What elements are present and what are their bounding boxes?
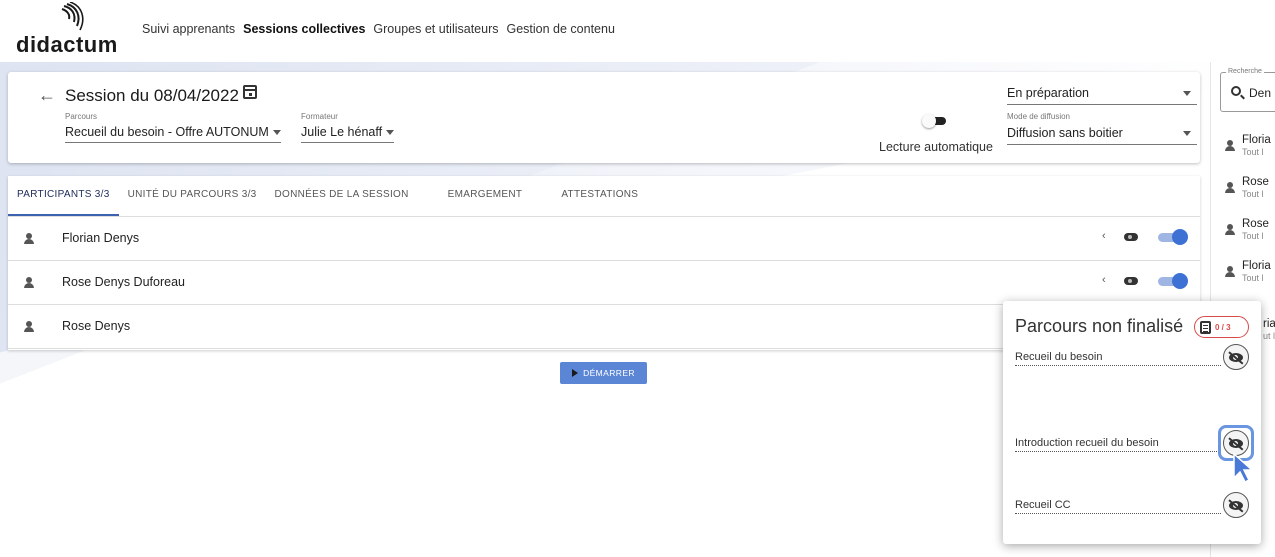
participant-toggle[interactable] [1158,273,1188,289]
diffusion-label: Mode de diffusion [1007,112,1071,121]
learner-item[interactable]: Floria Tout l [1211,252,1275,294]
person-icon [1225,140,1235,151]
participant-name: Rose Denys [62,319,131,333]
status-value: En préparation [1007,86,1090,100]
progress-badge: 0 / 3 [1194,316,1249,338]
badge-count: 0 / 3 [1215,322,1231,332]
parcours-select[interactable]: Recueil du besoin - Offre AUTONUM [65,125,281,143]
popup-item: Recueil du besoin [1015,344,1249,379]
popup-item: Recueil CC [1015,492,1249,527]
learner-subtitle: ut l [1263,331,1275,341]
person-icon [24,321,34,332]
main-nav: Suivi apprenants Sessions collectives Gr… [142,22,615,36]
session-title: Session du 08/04/2022 [65,86,239,105]
toggle-knob [1172,273,1188,289]
logo-swirl-icon [61,2,84,31]
tab-participants[interactable]: PARTICIPANTS 3/3 [8,176,119,216]
popup-item-label: Recueil du besoin [1015,351,1103,363]
logo[interactable]: didactum [16,2,126,58]
visibility-button[interactable] [1223,492,1249,518]
device-icon [1124,277,1138,285]
person-icon [24,277,34,288]
person-icon [1225,266,1235,277]
diffusion-select[interactable]: Diffusion sans boitier [1007,126,1197,145]
popup-item-label: Recueil CC [1015,499,1071,511]
popup-title: Parcours non finalisé [1015,316,1184,336]
learner-name: Rose [1242,176,1269,188]
learner-name: Floria [1242,134,1271,146]
person-icon [24,233,34,244]
popup-item: Introduction recueil du besoin [1015,425,1254,465]
learner-item[interactable]: Rose Tout l [1211,168,1275,210]
chevron-down-icon [386,130,395,136]
lecture-label: Lecture automatique [879,140,993,154]
clipboard-icon [1200,320,1211,334]
parcours-label: Parcours [65,112,98,121]
top-bar: didactum Suivi apprenants Sessions colle… [0,0,1275,62]
learner-name: ria [1263,318,1275,330]
chevron-down-icon [1183,91,1191,96]
learner-subtitle: Tout l [1242,231,1264,241]
learner-subtitle: Tout l [1242,147,1264,157]
chevron-left-icon[interactable]: ‹ [1102,230,1106,242]
start-button-label: DÉMARRER [583,368,635,378]
formateur-select[interactable]: Julie Le hénaff [301,125,395,143]
search-input[interactable]: Recherche Den [1220,68,1275,112]
participant-toggle[interactable] [1158,229,1188,245]
play-icon [572,369,579,377]
toggle-knob [922,114,936,128]
tab-donnees-session[interactable]: DONNÉES DE LA SESSION [266,176,439,216]
device-icon [1124,233,1138,241]
nav-gestion-contenu[interactable]: Gestion de contenu [506,22,614,36]
participant-name: Rose Denys Duforeau [62,275,185,289]
mouse-cursor-icon [1233,452,1254,484]
parcours-popup: Parcours non finalisé 0 / 3 Recueil du b… [1003,301,1261,544]
person-icon [1225,224,1235,235]
dotted-leader [1015,365,1221,366]
search-label: Recherche [1226,68,1264,75]
nav-sessions-collectives[interactable]: Sessions collectives [243,22,365,36]
popup-item-label: Introduction recueil du besoin [1015,437,1159,449]
participant-row[interactable]: Rose Denys Duforeau ‹ [8,261,1200,305]
tab-emargement[interactable]: EMARGEMENT [439,176,553,216]
formateur-label: Formateur [301,112,338,121]
dotted-leader [1015,513,1221,514]
chevron-left-icon[interactable]: ‹ [1102,274,1106,286]
tab-bar: PARTICIPANTS 3/3 UNITÉ DU PARCOURS 3/3 D… [8,176,647,216]
start-button[interactable]: DÉMARRER [560,362,647,384]
nav-suivi-apprenants[interactable]: Suivi apprenants [142,22,235,36]
back-arrow-icon[interactable]: ← [38,85,56,106]
search-icon [1231,86,1241,96]
person-icon [1225,182,1235,193]
toggle-knob [1172,229,1188,245]
status-select[interactable]: En préparation [1007,86,1197,105]
tab-attestations[interactable]: ATTESTATIONS [552,176,647,216]
learner-name: Rose [1242,218,1269,230]
session-card: ← Session du 08/04/2022 Parcours Recueil… [8,72,1200,163]
participant-name: Florian Denys [62,231,140,245]
tab-unite-parcours[interactable]: UNITÉ DU PARCOURS 3/3 [119,176,266,216]
eye-off-icon [1229,352,1243,362]
formateur-value: Julie Le hénaff [301,125,383,139]
eye-off-icon [1229,500,1243,510]
dotted-leader [1015,451,1221,452]
diffusion-value: Diffusion sans boitier [1007,126,1123,140]
visibility-button[interactable] [1223,344,1249,370]
search-value: Den [1249,86,1272,100]
learner-subtitle: Tout l [1242,273,1264,283]
parcours-value: Recueil du besoin - Offre AUTONUM [65,125,269,139]
chevron-down-icon [272,130,281,136]
learner-item[interactable]: Rose Tout l [1211,210,1275,252]
lecture-toggle[interactable] [922,114,948,128]
calendar-icon[interactable] [243,85,257,99]
learner-subtitle: Tout l [1242,189,1264,199]
learner-name: Floria [1242,260,1271,272]
participant-row[interactable]: Florian Denys ‹ [8,217,1200,261]
learner-item[interactable]: Floria Tout l [1211,126,1275,168]
logo-wordmark: didactum [16,32,118,57]
chevron-down-icon [1183,131,1191,136]
nav-groupes-utilisateurs[interactable]: Groupes et utilisateurs [373,22,498,36]
